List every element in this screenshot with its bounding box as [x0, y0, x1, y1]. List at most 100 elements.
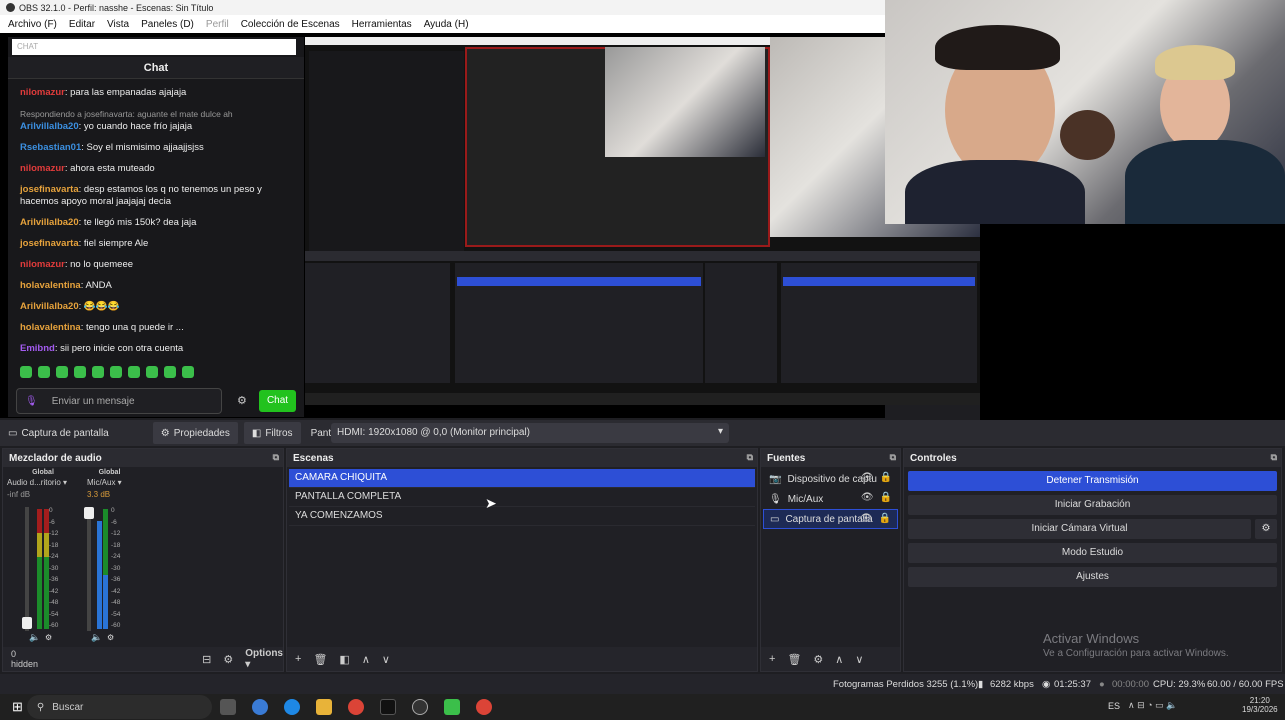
chat-username[interactable]: Arilvillalba20 — [20, 121, 79, 132]
lock-icon[interactable]: 🔒 — [880, 472, 892, 483]
volume-slider-handle[interactable] — [22, 617, 32, 629]
add-icon[interactable]: + — [769, 653, 775, 665]
lock-icon[interactable]: 🔒 — [879, 513, 891, 524]
chat-username[interactable]: josefinavarta — [20, 184, 79, 195]
emote-icon[interactable] — [128, 366, 140, 378]
trash-icon[interactable]: 🗑 — [787, 653, 801, 666]
emote-icon[interactable] — [92, 366, 104, 378]
move-up-icon[interactable]: ∧ — [362, 653, 370, 666]
popout-icon[interactable]: ⧉ — [273, 452, 279, 463]
task-view-icon[interactable] — [219, 699, 236, 715]
emote-icon[interactable] — [74, 366, 86, 378]
chat-username[interactable]: holavalentina — [20, 280, 81, 291]
obs-icon[interactable] — [411, 699, 428, 715]
speaker-icon[interactable]: 🔈 — [91, 632, 102, 643]
volume-slider-track[interactable] — [25, 507, 29, 631]
settings-icon[interactable]: ⚙ — [223, 653, 233, 666]
channel-name[interactable]: Mic/Aux ▾ — [87, 478, 132, 487]
channel-name[interactable]: Audio d...ritorio ▾ — [7, 478, 79, 487]
emote-icon[interactable] — [110, 366, 122, 378]
kick-icon[interactable] — [443, 699, 460, 715]
popout-icon[interactable]: ⧉ — [1271, 452, 1277, 463]
chat-username[interactable]: nilomazur — [20, 259, 65, 270]
virtual-camera-gear-icon[interactable]: ⚙ — [1255, 519, 1277, 539]
move-up-icon[interactable]: ∧ — [835, 653, 843, 666]
stop-stream-button[interactable]: Detener Transmisión — [908, 471, 1277, 491]
scenes-dock: Escenas ⧉ CAMARA CHIQUITA PANTALLA COMPLE… — [286, 448, 758, 672]
menu-perfil[interactable]: Perfil — [206, 19, 229, 30]
chevron-down-icon: ▾ — [717, 426, 723, 437]
mixer-gear-icon[interactable]: ⚙ — [107, 633, 114, 642]
chat-username[interactable]: Rsebastian01 — [20, 142, 81, 153]
settings-button[interactable]: Ajustes — [908, 567, 1277, 587]
filters-button[interactable]: ◧ Filtros — [243, 422, 301, 444]
chat-username[interactable]: Emibnd — [20, 343, 55, 354]
properties-button[interactable]: ⚙ Propiedades — [152, 422, 238, 444]
scene-item[interactable]: YA COMENZAMOS — [289, 507, 755, 526]
scene-item[interactable]: CAMARA CHIQUITA — [289, 469, 755, 488]
chat-username[interactable]: Arilvillalba20 — [20, 217, 79, 228]
tiktok-icon[interactable] — [379, 699, 396, 715]
menu-ayuda[interactable]: Ayuda (H) — [424, 19, 469, 30]
emote-icon[interactable] — [38, 366, 50, 378]
copilot-icon[interactable] — [251, 699, 268, 715]
chat-settings-gear-icon[interactable]: ⚙ — [237, 394, 247, 407]
chrome-icon[interactable] — [347, 699, 364, 715]
chrome-icon[interactable] — [475, 699, 492, 715]
layout-icon[interactable]: ⊟ — [202, 653, 211, 666]
mic-icon[interactable]: 🎙 — [25, 396, 38, 407]
screen-select[interactable]: HDMI: 1920x1080 @ 0,0 (Monitor principal… — [331, 423, 729, 443]
move-down-icon[interactable]: ∨ — [855, 653, 863, 666]
gear-icon[interactable]: ⚙ — [813, 653, 823, 666]
menu-coleccion-escenas[interactable]: Colección de Escenas — [241, 19, 340, 30]
source-item[interactable]: 📷 Dispositivo de captu 👁 🔒 — [763, 469, 898, 489]
add-icon[interactable]: + — [295, 653, 301, 665]
popout-icon[interactable]: ⧉ — [890, 452, 896, 463]
eye-icon[interactable]: 👁 — [861, 492, 874, 503]
mixer-gear-icon[interactable]: ⚙ — [45, 633, 52, 642]
menu-editar[interactable]: Editar — [69, 19, 95, 30]
chat-username[interactable]: holavalentina — [20, 322, 81, 333]
emote-icon[interactable] — [182, 366, 194, 378]
file-explorer-icon[interactable] — [315, 699, 332, 715]
chat-search-input[interactable]: CHAT — [12, 39, 296, 55]
source-item[interactable]: ▭ Captura de pantalla 👁 🔒 — [763, 509, 898, 529]
clock[interactable]: 21:20 19/3/2026 — [1242, 696, 1278, 714]
menu-paneles[interactable]: Paneles (D) — [141, 19, 194, 30]
emote-icon[interactable] — [164, 366, 176, 378]
taskbar-search[interactable]: ⚲ Buscar — [26, 695, 212, 719]
menu-vista[interactable]: Vista — [107, 19, 129, 30]
emote-icon[interactable] — [56, 366, 68, 378]
lock-icon[interactable]: 🔒 — [880, 492, 892, 503]
menu-herramientas[interactable]: Herramientas — [352, 19, 412, 30]
chat-username[interactable]: josefinavarta — [20, 238, 79, 249]
chat-message-input[interactable]: 🎙 Enviar un mensaje — [16, 388, 222, 414]
eye-icon[interactable]: 👁 — [860, 513, 873, 524]
options-button[interactable]: Options ▾ — [245, 648, 283, 670]
volume-slider-track[interactable] — [87, 507, 91, 631]
windows-start-icon[interactable]: ⊞ — [12, 699, 23, 715]
chat-username[interactable]: Arilvillalba20 — [20, 301, 79, 312]
chat-panel: CHAT Chat nilomazur: para las empanadas … — [8, 37, 304, 417]
speaker-icon[interactable]: 🔈 — [29, 632, 40, 643]
chat-send-button[interactable]: Chat — [259, 390, 296, 412]
language-indicator[interactable]: ES — [1108, 701, 1120, 711]
trash-icon[interactable]: 🗑 — [313, 653, 327, 666]
eye-icon[interactable]: 👁 — [861, 472, 874, 483]
virtual-camera-button[interactable]: Iniciar Cámara Virtual — [908, 519, 1251, 539]
move-down-icon[interactable]: ∨ — [382, 653, 390, 666]
system-tray-icons[interactable]: ∧ ⊟ ◔ ▭ 🔈 — [1128, 700, 1177, 711]
volume-slider-handle[interactable] — [84, 507, 94, 519]
filter-icon[interactable]: ◧ — [339, 653, 349, 666]
chat-username[interactable]: nilomazur — [20, 87, 65, 98]
emote-icon[interactable] — [20, 366, 32, 378]
emote-icon[interactable] — [146, 366, 158, 378]
menu-archivo[interactable]: Archivo (F) — [8, 19, 57, 30]
source-item[interactable]: 🎙 Mic/Aux 👁 🔒 — [763, 489, 898, 509]
scene-item[interactable]: PANTALLA COMPLETA — [289, 488, 755, 507]
chat-username[interactable]: nilomazur — [20, 163, 65, 174]
studio-mode-button[interactable]: Modo Estudio — [908, 543, 1277, 563]
popout-icon[interactable]: ⧉ — [747, 452, 753, 463]
edge-icon[interactable] — [283, 699, 300, 715]
start-recording-button[interactable]: Iniciar Grabación — [908, 495, 1277, 515]
